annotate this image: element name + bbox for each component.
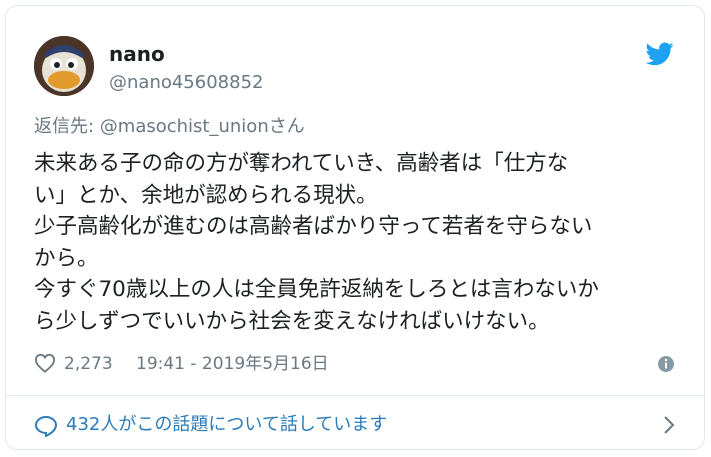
reply-prefix: 返信先: [34, 116, 100, 137]
conversation-label: 432人がこの話題について話しています [66, 414, 388, 435]
avatar[interactable] [34, 36, 94, 96]
tweet-line: い」とか、余地が認められる現状。 [34, 182, 378, 208]
tweet-timestamp[interactable]: 19:41 - 2019年5月16日 [136, 349, 329, 379]
tweet-line: ら少しずつでいいから社会を変えなければいけない。 [34, 308, 550, 334]
tweet-line: 未来ある子の命の方が奪われていき、高齢者は「仕方な [34, 151, 569, 176]
speech-bubble-icon [34, 415, 58, 437]
display-name[interactable]: nano [109, 42, 263, 66]
info-icon[interactable] [656, 354, 676, 374]
tweet-line: から。 [34, 245, 99, 271]
reply-suffix: さん [268, 116, 305, 137]
tweet-meta: 2,273 19:41 - 2019年5月16日 [34, 349, 676, 379]
user-handle[interactable]: @nano45608852 [109, 70, 263, 96]
author-names: nano @nano45608852 [109, 42, 263, 96]
divider [6, 395, 704, 396]
tweet-line: 少子高齢化が進むのは高齢者ばかり守って若者を守らない [34, 214, 593, 239]
tweet-line: 今すぐ70歳以上の人は全員免許返納をしろとは言わないか [34, 277, 599, 302]
heart-icon[interactable] [34, 353, 56, 373]
conversation-link[interactable]: 432人がこの話題について話しています [34, 401, 676, 449]
twitter-bird-icon[interactable] [646, 42, 674, 66]
like-count[interactable]: 2,273 [64, 349, 113, 379]
chevron-right-icon [664, 416, 675, 434]
avatar-image [34, 36, 94, 96]
reply-context: 返信先: @masochist_unionさん [34, 114, 305, 140]
tweet-text: 未来ある子の命の方が奪われていき、高齢者は「仕方な い」とか、余地が認められる現… [34, 148, 684, 337]
tweet-header: nano @nano45608852 [34, 36, 684, 100]
tweet-card: nano @nano45608852 返信先: @masochist_union… [5, 5, 705, 450]
reply-mention-link[interactable]: @masochist_union [100, 116, 269, 137]
